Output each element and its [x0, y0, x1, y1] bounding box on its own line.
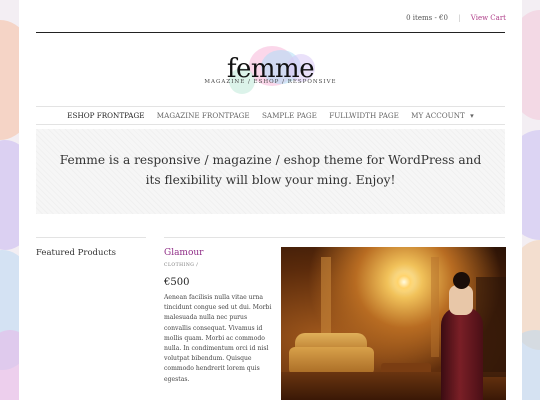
nav-top-divider [36, 106, 505, 107]
nav-item-magazine-frontpage[interactable]: MAGAZINE FRONTPAGE [157, 111, 250, 120]
cart-bar: 0 items - €0 | View Cart [406, 14, 506, 22]
nav-bottom-divider [36, 124, 505, 125]
sidebar-divider [36, 237, 146, 238]
hero-text: Femme is a responsive / magazine / eshop… [56, 150, 485, 190]
content-divider [164, 237, 505, 238]
cart-summary: 0 items - €0 [406, 14, 448, 22]
chevron-down-icon: ▾ [470, 111, 474, 120]
product-image[interactable] [281, 247, 506, 400]
site-logo[interactable]: femme MAGAZINE / ESHOP / RESPONSIVE [19, 46, 522, 98]
product-title-link[interactable]: Glamour [164, 248, 204, 258]
hero-line-1: Femme is a responsive / magazine / eshop… [59, 153, 482, 167]
cart-separator: | [458, 14, 461, 22]
product-price: €500 [164, 277, 190, 288]
logo-tagline: MAGAZINE / ESHOP / RESPONSIVE [204, 79, 337, 85]
page-container: 0 items - €0 | View Cart femme MAGAZINE … [19, 0, 522, 400]
main-navigation: ESHOP FRONTPAGE MAGAZINE FRONTPAGE SAMPL… [19, 111, 522, 120]
product-description: Aenean facilisis nulla vitae urna tincid… [164, 294, 272, 383]
my-account-label: MY ACCOUNT [411, 111, 465, 120]
nav-item-eshop-frontpage[interactable]: ESHOP FRONTPAGE [67, 111, 144, 120]
product-category-link[interactable]: CLOTHING / [164, 263, 198, 268]
nav-item-sample-page[interactable]: SAMPLE PAGE [262, 111, 317, 120]
header-divider [36, 32, 505, 33]
hero-banner: Femme is a responsive / magazine / eshop… [36, 129, 505, 214]
hero-line-2: its flexibility will blow your ming. Enj… [145, 173, 396, 187]
nav-item-fullwidth-page[interactable]: FULLWIDTH PAGE [329, 111, 399, 120]
nav-item-my-account[interactable]: MY ACCOUNT ▾ [411, 111, 474, 120]
sidebar-title: Featured Products [36, 248, 117, 258]
view-cart-link[interactable]: View Cart [471, 14, 506, 22]
